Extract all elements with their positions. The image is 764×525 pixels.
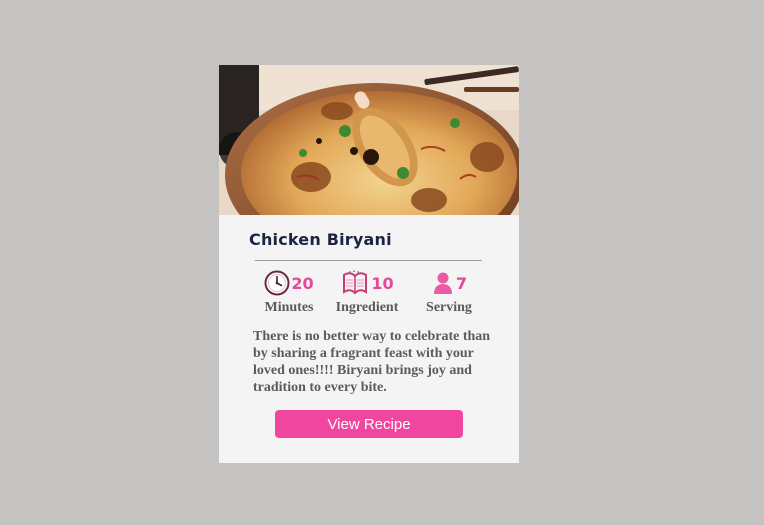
recipe-description: There is no better way to celebrate than… (253, 329, 491, 395)
stat-minutes-row: 20 (254, 268, 324, 298)
stat-minutes: 20 Minutes (254, 268, 324, 316)
stat-ingredient: 10 Ingredient (332, 268, 402, 316)
stat-serving-label: Serving (426, 300, 472, 315)
stat-serving-value: 7 (455, 273, 468, 293)
open-book-icon (340, 270, 370, 296)
stat-ingredient-label: Ingredient (335, 300, 399, 315)
recipe-card: Chicken Biryani 20 Minutes 10 Ingredient… (219, 65, 519, 463)
stat-minutes-label: Minutes (264, 300, 314, 315)
stat-serving: 7 Serving (414, 268, 484, 316)
stat-minutes-value: 20 (291, 273, 314, 293)
clock-icon (264, 270, 290, 296)
recipe-image (219, 65, 519, 215)
stat-serving-row: 7 (414, 268, 484, 298)
title-divider (255, 260, 482, 261)
view-recipe-button[interactable]: View Recipe (275, 410, 463, 438)
person-icon (431, 270, 455, 296)
stat-ingredient-value: 10 (371, 273, 394, 293)
recipe-title: Chicken Biryani (249, 230, 392, 249)
stat-ingredient-row: 10 (332, 268, 402, 298)
